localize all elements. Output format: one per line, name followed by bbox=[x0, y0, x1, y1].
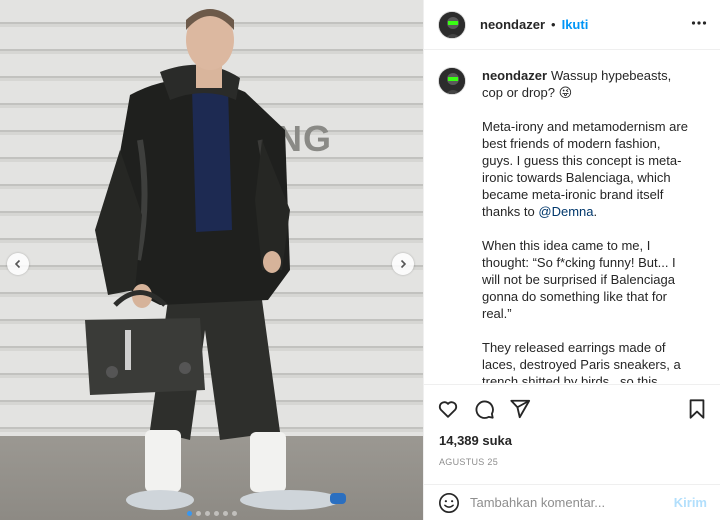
caption-username[interactable]: neondazer bbox=[482, 68, 547, 83]
carousel-dot bbox=[231, 511, 237, 516]
more-options-button[interactable] bbox=[691, 15, 707, 36]
carousel-next-button[interactable] bbox=[392, 253, 414, 275]
carousel-indicator bbox=[0, 511, 423, 516]
comment-button[interactable] bbox=[470, 395, 498, 423]
save-button[interactable] bbox=[683, 395, 711, 423]
emoji-button[interactable] bbox=[438, 492, 460, 514]
chevron-left-icon bbox=[14, 259, 21, 269]
avatar-image bbox=[439, 68, 465, 94]
heart-icon bbox=[438, 400, 458, 418]
chevron-right-icon bbox=[400, 259, 407, 269]
likes-count[interactable]: 14,389 suka bbox=[439, 433, 512, 448]
caption-paragraph-2: When this idea came to me, I thought: “S… bbox=[482, 238, 676, 321]
post-date[interactable]: AGUSTUS 25 bbox=[439, 457, 498, 467]
bookmark-icon bbox=[689, 398, 705, 419]
smiley-icon bbox=[439, 492, 459, 513]
comment-bar: Kirim bbox=[424, 484, 720, 520]
mention-link[interactable]: @Demna bbox=[538, 204, 593, 219]
header-username[interactable]: neondazer bbox=[480, 17, 545, 32]
carousel-dot bbox=[213, 511, 219, 516]
carousel-prev-button[interactable] bbox=[7, 253, 29, 275]
separator-dot: • bbox=[551, 17, 556, 32]
avatar[interactable] bbox=[438, 10, 466, 39]
avatar-image bbox=[439, 11, 465, 38]
avatar[interactable] bbox=[438, 67, 466, 95]
post-side-panel: neondazer • Ikuti neondazer Wassup hypebe… bbox=[423, 0, 720, 520]
post-actions bbox=[424, 384, 720, 432]
like-button[interactable] bbox=[434, 395, 462, 423]
post-media[interactable]: NG E bbox=[0, 0, 423, 520]
paper-plane-icon bbox=[510, 399, 531, 418]
caption-paragraph-1-end: . bbox=[593, 204, 598, 219]
person-photo bbox=[85, 9, 346, 510]
more-horizontal-icon bbox=[691, 21, 707, 25]
carousel-dot bbox=[204, 511, 210, 516]
caption-paragraph-3: They released earrings made of laces, de… bbox=[482, 340, 681, 383]
comment-input[interactable] bbox=[470, 495, 674, 510]
post-header: neondazer • Ikuti bbox=[424, 0, 720, 50]
share-button[interactable] bbox=[506, 395, 534, 423]
caption-text: neondazer Wassup hypebeasts, cop or drop?… bbox=[482, 67, 692, 383]
comment-icon bbox=[475, 400, 494, 419]
post-comment-button[interactable]: Kirim bbox=[674, 495, 707, 510]
carousel-dot bbox=[195, 511, 201, 516]
caption-area: neondazer Wassup hypebeasts, cop or drop?… bbox=[424, 51, 720, 383]
carousel-dot bbox=[222, 511, 228, 516]
follow-button[interactable]: Ikuti bbox=[562, 17, 589, 32]
carousel-dot bbox=[186, 511, 192, 516]
